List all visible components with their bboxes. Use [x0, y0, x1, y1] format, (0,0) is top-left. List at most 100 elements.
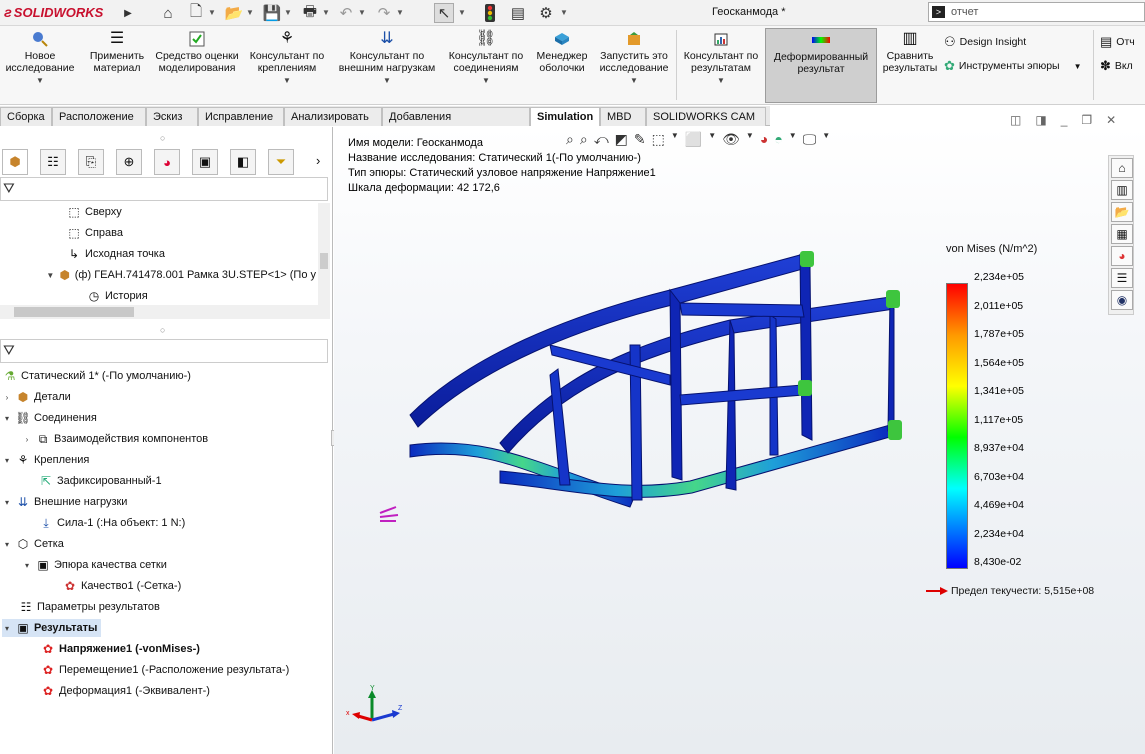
- cam-operation-tab-icon[interactable]: ◧: [230, 149, 256, 175]
- save-icon[interactable]: 💾: [262, 3, 282, 23]
- chevron-down-icon[interactable]: ▼: [708, 131, 716, 148]
- tab-mbd[interactable]: MBD: [600, 107, 646, 126]
- select-cursor-icon[interactable]: ↖: [434, 3, 454, 23]
- expand-arrow-icon[interactable]: ▼: [46, 271, 55, 280]
- tree-item-part-frame[interactable]: ▼ ⬢ (ф) ГЕАН.741478.001 Рамка 3U.STEP<1> (…: [46, 266, 316, 284]
- feature-tree-vscrollbar[interactable]: [318, 203, 330, 308]
- appearances-icon[interactable]: ◕: [1111, 246, 1133, 266]
- study-item-results[interactable]: ▾ ▣ Результаты: [2, 619, 102, 637]
- chevron-down-icon[interactable]: ▼: [789, 131, 797, 148]
- tree-item-right-plane[interactable]: ⬚ Справа: [66, 224, 123, 242]
- fixtures-advisor-button[interactable]: ⚘ Консультант по креплениям ▼: [244, 28, 330, 103]
- view-settings-icon[interactable]: 🖵: [803, 131, 817, 148]
- design-library-icon[interactable]: ▥: [1111, 180, 1133, 200]
- tab-analyze[interactable]: Анализировать: [284, 107, 382, 126]
- configuration-manager-tab-icon[interactable]: ⎘: [78, 149, 104, 175]
- expand-arrow-icon[interactable]: ▾: [2, 540, 12, 549]
- splitter-handle[interactable]: ○: [160, 325, 165, 335]
- cam-tools-tab-icon[interactable]: ⏷: [268, 149, 294, 175]
- tab-solidworks-addins[interactable]: Добавления SOLIDWORKS: [382, 107, 530, 141]
- redo-icon[interactable]: ↷: [374, 3, 394, 23]
- home-icon[interactable]: ⌂: [158, 3, 178, 23]
- study-item-strain-1[interactable]: ✿ Деформация1 (-Эквивалент-): [40, 682, 210, 700]
- chevron-down-icon[interactable]: ▼: [284, 8, 292, 17]
- hide-show-items-icon[interactable]: 👁: [722, 131, 740, 148]
- cam-feature-tab-icon[interactable]: ▣: [192, 149, 218, 175]
- stress-plot-model[interactable]: [370, 245, 930, 535]
- expand-arrow-icon[interactable]: ▾: [2, 624, 12, 633]
- section-view-icon[interactable]: ◩: [615, 131, 628, 148]
- apply-material-button[interactable]: ☰ Применить материал: [84, 28, 150, 103]
- view-palette-icon[interactable]: ▦: [1111, 224, 1133, 244]
- chevron-down-icon[interactable]: ▼: [322, 8, 330, 17]
- display-style-icon[interactable]: ⬜: [685, 131, 702, 148]
- chevron-down-icon[interactable]: ▼: [671, 131, 679, 148]
- tab-simulation[interactable]: Simulation: [530, 107, 600, 126]
- search-input[interactable]: > отчет: [928, 2, 1145, 22]
- study-item-external-loads[interactable]: ▾ ⇊ Внешние нагрузки: [2, 493, 127, 511]
- tab-solidworks-cam[interactable]: SOLIDWORKS CAM: [646, 107, 766, 126]
- expand-arrow-icon[interactable]: ▾: [2, 414, 12, 423]
- external-loads-advisor-button[interactable]: ⇊ Консультант по внешним нагрузкам ▼: [332, 28, 442, 103]
- study-item-fixed-1[interactable]: ⇱ Зафиксированный-1: [38, 472, 162, 490]
- expand-arrow-icon[interactable]: ›: [22, 435, 32, 444]
- tree-item-history[interactable]: ◷ История: [86, 287, 148, 305]
- splitter-handle[interactable]: ○: [160, 133, 165, 143]
- tile-right-icon[interactable]: ◨: [1035, 113, 1046, 127]
- display-manager-tab-icon[interactable]: ◕: [154, 149, 180, 175]
- chevron-down-icon[interactable]: ▼: [560, 8, 568, 17]
- shell-manager-button[interactable]: Менеджер оболочки: [532, 28, 592, 103]
- dynamic-annotation-icon[interactable]: ✎: [634, 131, 646, 148]
- new-document-icon[interactable]: 🗋: [186, 3, 206, 23]
- dimxpert-tab-icon[interactable]: ⊕: [116, 149, 142, 175]
- tab-fix[interactable]: Исправление: [198, 107, 284, 126]
- traffic-light-icon[interactable]: [480, 3, 500, 23]
- chevron-down-icon[interactable]: ▼: [396, 8, 404, 17]
- compare-results-button[interactable]: ▥ Сравнить результаты: [880, 28, 940, 103]
- chevron-right-icon[interactable]: ›: [316, 153, 320, 168]
- study-tree-filter[interactable]: ⛛: [0, 339, 328, 363]
- connections-advisor-button[interactable]: ⛓ Консультант по соединениям ▼: [444, 28, 528, 103]
- report-button[interactable]: ▤ Отч: [1100, 34, 1135, 50]
- simulation-evaluator-button[interactable]: Средство оценки моделирования: [152, 28, 242, 103]
- chevron-down-icon[interactable]: ▼: [746, 131, 754, 148]
- expand-arrow-icon[interactable]: ›: [2, 393, 12, 402]
- study-item-mesh[interactable]: ▾ ⬡ Сетка: [2, 535, 64, 553]
- study-item-component-interactions[interactable]: › ⧉ Взаимодействия компонентов: [22, 430, 208, 448]
- chevron-down-icon[interactable]: ▼: [822, 131, 830, 148]
- new-study-button[interactable]: Новое исследование ▼: [2, 28, 78, 103]
- results-advisor-button[interactable]: Консультант по результатам ▼: [680, 28, 762, 103]
- tree-item-origin[interactable]: ↳ Исходная точка: [66, 245, 165, 263]
- restore-icon[interactable]: ❐: [1081, 113, 1092, 127]
- study-root[interactable]: ⚗ Статический 1* (-По умолчанию-): [2, 367, 191, 385]
- custom-properties-icon[interactable]: ☰: [1111, 268, 1133, 288]
- deformed-result-button[interactable]: Деформированный результат: [765, 28, 877, 103]
- file-explorer-icon[interactable]: 📂: [1111, 202, 1133, 222]
- view-orientation-icon[interactable]: ⬚: [652, 131, 665, 148]
- property-manager-tab-icon[interactable]: ☷: [40, 149, 66, 175]
- solidworks-resources-icon[interactable]: ⌂: [1111, 158, 1133, 178]
- run-study-button[interactable]: Запустить это исследование ▼: [596, 28, 672, 103]
- close-icon[interactable]: ✕: [1106, 113, 1116, 127]
- chevron-down-icon[interactable]: ▼: [208, 8, 216, 17]
- include-button[interactable]: ✽ Вкл: [1100, 58, 1133, 74]
- options-gear-icon[interactable]: ⚙: [536, 3, 556, 23]
- plot-tools-button[interactable]: ✿ Инструменты эпюры ▼: [944, 58, 1082, 74]
- study-item-result-options[interactable]: ☷ Параметры результатов: [18, 598, 160, 616]
- study-item-mesh-quality-plot[interactable]: ▾ ▣ Эпюра качества сетки: [22, 556, 167, 574]
- solidworks-forum-icon[interactable]: ◉: [1111, 290, 1133, 310]
- solidworks-logo[interactable]: ƨ SOLIDWORKS: [4, 4, 103, 20]
- chevron-down-icon[interactable]: ▼: [358, 8, 366, 17]
- minimize-icon[interactable]: _: [1061, 113, 1068, 127]
- expand-arrow-icon[interactable]: ▾: [2, 498, 12, 507]
- chevron-right-icon[interactable]: ▶: [118, 3, 138, 23]
- print-icon[interactable]: 🖶: [300, 3, 320, 23]
- open-folder-icon[interactable]: 📂: [224, 3, 244, 23]
- expand-arrow-icon[interactable]: ▾: [22, 561, 32, 570]
- feature-tree-filter[interactable]: ⛛: [0, 177, 328, 201]
- study-item-connections[interactable]: ▾ ⛓ Соединения: [2, 409, 97, 427]
- study-item-force-1[interactable]: ⤓ Сила-1 (:На объект: 1 N:): [38, 514, 185, 532]
- undo-icon[interactable]: ↶: [336, 3, 356, 23]
- study-item-displacement-1[interactable]: ✿ Перемещение1 (-Расположение результата-…: [40, 661, 289, 679]
- chevron-down-icon[interactable]: ▼: [458, 8, 466, 17]
